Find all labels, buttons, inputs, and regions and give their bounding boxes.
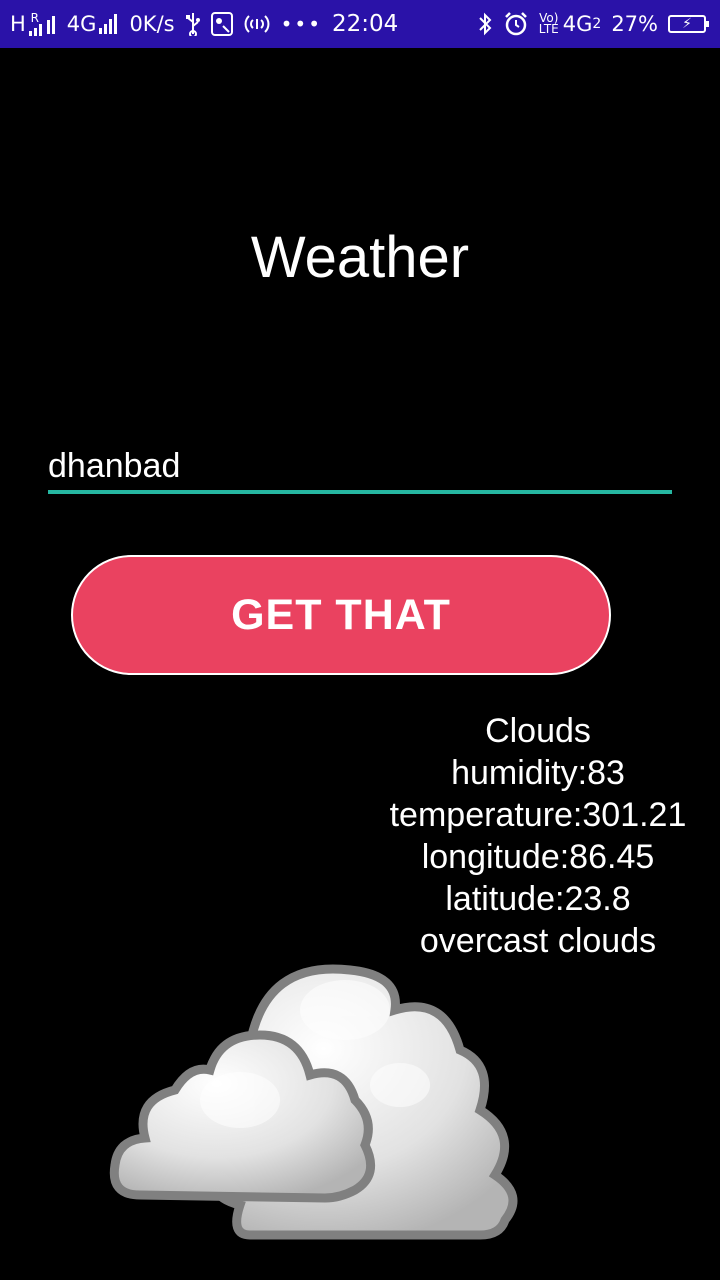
- weather-main: Clouds: [485, 712, 591, 750]
- network-type-4g: 4G: [66, 12, 97, 36]
- battery-icon: ⚡: [668, 15, 709, 33]
- more-notifications-icon: •••: [280, 12, 322, 36]
- app-notification-icon: [210, 12, 233, 36]
- bluetooth-icon: [477, 12, 493, 36]
- latitude-value: latitude:23.8: [445, 880, 631, 918]
- get-that-button[interactable]: GET THAT: [71, 555, 611, 675]
- network-type-4g-sim2: 4G: [562, 12, 593, 36]
- temperature-value: temperature:301.21: [389, 796, 687, 834]
- clock: 22:04: [331, 11, 399, 37]
- network-speed: 0K/s: [129, 12, 175, 36]
- network-type-h: H: [10, 12, 26, 36]
- sim2-4g-indicator: 4G 2: [563, 12, 602, 36]
- sim2-label: 2: [592, 16, 602, 32]
- page-title: Weather: [250, 225, 470, 290]
- signal-4g-indicator: 4G: [67, 12, 120, 36]
- weather-results: Clouds humidity:83 temperature:301.21 lo…: [370, 710, 706, 962]
- signal-bars-icon: [28, 23, 44, 36]
- volte-indicator: Vo) LTE: [538, 12, 559, 36]
- hotspot-icon: [243, 13, 271, 35]
- status-bar: H R 4G 0K/s ••• 22:04 Vo) LTE 4G 2 27% ⚡: [0, 0, 720, 48]
- signal-bars-icon: [46, 14, 57, 34]
- signal-h-indicator: H R: [10, 12, 57, 36]
- usb-icon: [185, 12, 201, 36]
- longitude-value: longitude:86.45: [421, 838, 655, 876]
- alarm-icon: [503, 11, 529, 37]
- battery-percent: 27%: [611, 12, 658, 36]
- charging-bolt-icon: ⚡: [682, 16, 692, 32]
- status-bar-right: Vo) LTE 4G 2 27% ⚡: [467, 0, 709, 48]
- status-bar-left: H R 4G 0K/s ••• 22:04: [10, 0, 408, 48]
- overcast-clouds-icon: [109, 964, 518, 1240]
- city-input[interactable]: dhanbad: [48, 442, 672, 494]
- roaming-label: R: [30, 10, 39, 25]
- signal-bars-icon: [99, 14, 119, 34]
- lte-label: LTE: [538, 22, 559, 36]
- humidity-value: humidity:83: [451, 754, 625, 792]
